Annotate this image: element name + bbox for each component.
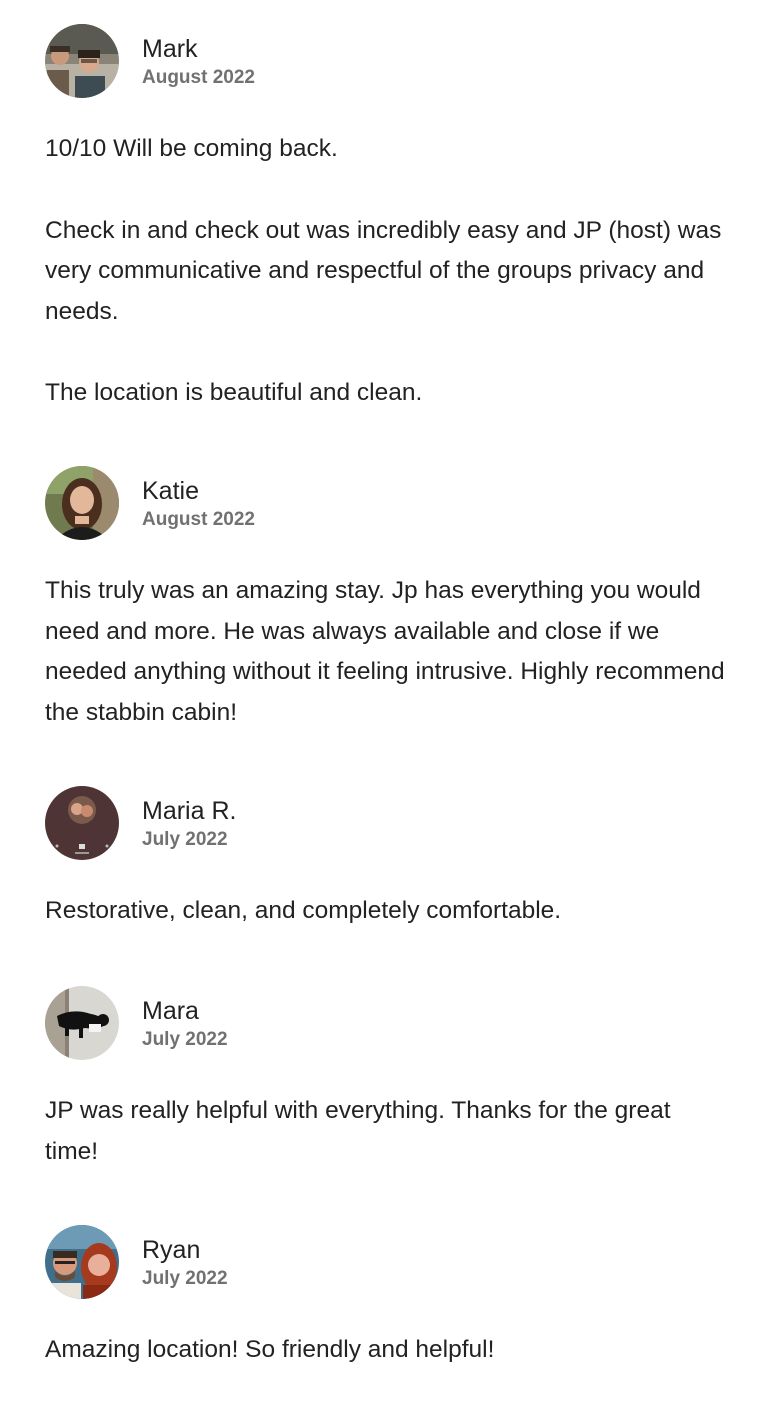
review-date: August 2022 bbox=[142, 67, 255, 88]
review-text: Restorative, clean, and completely comfo… bbox=[45, 891, 725, 932]
reviewer-name: Ryan bbox=[142, 1236, 201, 1264]
review-date: July 2022 bbox=[142, 829, 228, 850]
reviewer-avatar[interactable] bbox=[45, 1225, 119, 1299]
review-date: July 2022 bbox=[142, 1029, 228, 1050]
review-text: This truly was an amazing stay. Jp has e… bbox=[45, 571, 725, 733]
review-text: Amazing location! So friendly and helpfu… bbox=[45, 1330, 725, 1371]
review-paragraph: 10/10 Will be coming back. bbox=[45, 135, 338, 162]
review-item: Mara July 2022 JP was really helpful wit… bbox=[45, 986, 725, 1172]
review-item: Mark August 2022 10/10 Will be coming ba… bbox=[45, 24, 725, 414]
reviewer-avatar[interactable] bbox=[45, 466, 119, 540]
review-paragraph: This truly was an amazing stay. Jp has e… bbox=[45, 577, 725, 726]
review-list: Mark August 2022 10/10 Will be coming ba… bbox=[0, 0, 768, 1404]
review-paragraph: The location is beautiful and clean. bbox=[45, 379, 423, 406]
reviewer-avatar[interactable] bbox=[45, 24, 119, 98]
reviewer-avatar[interactable] bbox=[45, 986, 119, 1060]
review-paragraph: JP was really helpful with everything. T… bbox=[45, 1097, 671, 1165]
review-item: Katie August 2022 This truly was an amaz… bbox=[45, 466, 725, 733]
review-item: Ryan July 2022 Amazing location! So frie… bbox=[45, 1225, 725, 1371]
review-header: Mara July 2022 bbox=[45, 986, 725, 1062]
photo-avatar-woman-portrait-icon bbox=[45, 466, 119, 540]
review-header: Ryan July 2022 bbox=[45, 1225, 725, 1301]
review-paragraph: Restorative, clean, and completely comfo… bbox=[45, 897, 562, 924]
photo-avatar-couple-selfie-icon bbox=[45, 1225, 119, 1299]
reviewer-name: Mara bbox=[142, 997, 199, 1025]
photo-avatar-video-call-icon bbox=[45, 786, 119, 860]
reviewer-avatar[interactable] bbox=[45, 786, 119, 860]
review-header: Mark August 2022 bbox=[45, 24, 725, 100]
review-date: July 2022 bbox=[142, 1268, 228, 1289]
review-item: Maria R. July 2022 Restorative, clean, a… bbox=[45, 786, 725, 932]
review-paragraph: Check in and check out was incredibly ea… bbox=[45, 216, 722, 325]
review-text: JP was really helpful with everything. T… bbox=[45, 1091, 725, 1172]
review-text: 10/10 Will be coming back. Check in and … bbox=[45, 129, 725, 414]
review-date: August 2022 bbox=[142, 509, 255, 530]
review-paragraph: Amazing location! So friendly and helpfu… bbox=[45, 1336, 495, 1363]
photo-avatar-black-dog-icon bbox=[45, 986, 119, 1060]
photo-avatar-two-men-in-car-icon bbox=[45, 24, 119, 98]
reviewer-name: Katie bbox=[142, 477, 199, 505]
review-header: Katie August 2022 bbox=[45, 466, 725, 542]
review-header: Maria R. July 2022 bbox=[45, 786, 725, 862]
reviewer-name: Mark bbox=[142, 35, 198, 63]
reviewer-name: Maria R. bbox=[142, 797, 237, 825]
